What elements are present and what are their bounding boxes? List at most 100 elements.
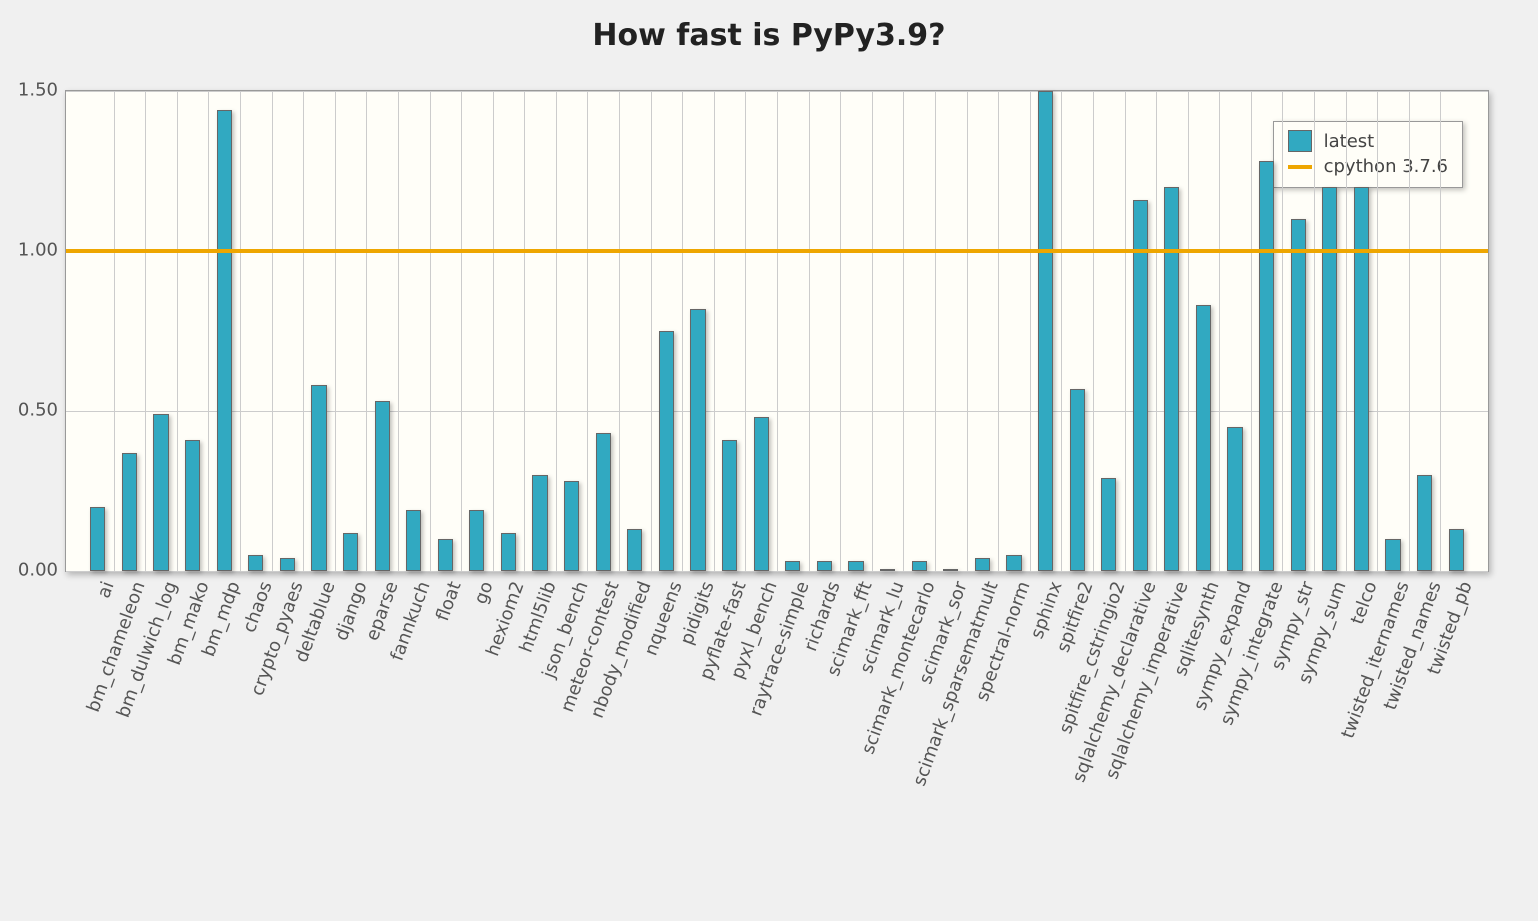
bar — [1101, 478, 1116, 571]
gridline-h — [66, 571, 1488, 572]
legend-swatch-line-icon — [1288, 165, 1312, 169]
bar — [690, 309, 705, 571]
gridline-v — [114, 91, 115, 571]
gridline-v — [366, 91, 367, 571]
ytick-label: 0.50 — [10, 400, 58, 421]
bar — [185, 440, 200, 571]
gridline-v — [1377, 91, 1378, 571]
gridline-v — [1125, 91, 1126, 571]
gridline-v — [177, 91, 178, 571]
bar — [564, 481, 579, 571]
gridline-v — [240, 91, 241, 571]
legend-label: cpython 3.7.6 — [1324, 156, 1448, 177]
bar — [659, 331, 674, 571]
gridline-v — [1251, 91, 1252, 571]
bar — [975, 558, 990, 571]
bar — [1133, 200, 1148, 571]
gridline-v — [651, 91, 652, 571]
bar — [406, 510, 421, 571]
gridline-v — [208, 91, 209, 571]
bar — [912, 561, 927, 571]
xtick-label: go — [470, 579, 497, 607]
gridline-v — [745, 91, 746, 571]
gridline-v — [1346, 91, 1347, 571]
bar — [311, 385, 326, 571]
plot-area: latest cpython 3.7.6 — [65, 90, 1489, 572]
gridline-v — [840, 91, 841, 571]
bar — [280, 558, 295, 571]
legend-label: latest — [1324, 131, 1375, 152]
gridline-v — [1314, 91, 1315, 571]
gridline-v — [398, 91, 399, 571]
bar — [754, 417, 769, 571]
gridline-v — [524, 91, 525, 571]
bar — [880, 569, 895, 571]
bar — [1196, 305, 1211, 571]
bar — [438, 539, 453, 571]
bar — [1259, 161, 1274, 571]
gridline-v — [145, 91, 146, 571]
gridline-v — [998, 91, 999, 571]
gridline-v — [1061, 91, 1062, 571]
bar — [1006, 555, 1021, 571]
gridline-v — [1409, 91, 1410, 571]
bar — [248, 555, 263, 571]
gridline-v — [430, 91, 431, 571]
bar — [375, 401, 390, 571]
bar — [532, 475, 547, 571]
bar — [817, 561, 832, 571]
gridline-v — [272, 91, 273, 571]
bar — [90, 507, 105, 571]
legend-entry-latest: latest — [1284, 128, 1452, 154]
bar — [469, 510, 484, 571]
legend-swatch-bar-icon — [1288, 130, 1312, 152]
bar — [501, 533, 516, 571]
gridline-v — [682, 91, 683, 571]
bar — [785, 561, 800, 571]
gridline-v — [1219, 91, 1220, 571]
gridline-v — [714, 91, 715, 571]
bar — [1322, 187, 1337, 571]
gridline-v — [1156, 91, 1157, 571]
bar — [153, 414, 168, 571]
gridline-v — [809, 91, 810, 571]
bar — [343, 533, 358, 571]
bar — [1449, 529, 1464, 571]
gridline-v — [1030, 91, 1031, 571]
gridline-v — [1282, 91, 1283, 571]
chart-title: How fast is PyPy3.9? — [0, 18, 1538, 53]
bar — [1227, 427, 1242, 571]
xtick-label: ai — [93, 579, 118, 601]
bar — [1164, 187, 1179, 571]
gridline-v — [461, 91, 462, 571]
gridline-v — [493, 91, 494, 571]
gridline-v — [303, 91, 304, 571]
ytick-label: 1.00 — [10, 240, 58, 261]
gridline-v — [335, 91, 336, 571]
ytick-label: 0.00 — [10, 560, 58, 581]
bar — [1070, 389, 1085, 571]
bar — [596, 433, 611, 571]
bar — [1354, 187, 1369, 571]
gridline-v — [872, 91, 873, 571]
gridline-v — [935, 91, 936, 571]
bar — [1291, 219, 1306, 571]
bar — [722, 440, 737, 571]
bar — [1385, 539, 1400, 571]
ytick-label: 1.50 — [10, 80, 58, 101]
gridline-v — [1188, 91, 1189, 571]
legend: latest cpython 3.7.6 — [1273, 121, 1463, 188]
bar — [943, 569, 958, 571]
xtick-label: float — [432, 579, 466, 624]
bar — [1038, 91, 1053, 571]
gridline-v — [1440, 91, 1441, 571]
bar — [848, 561, 863, 571]
bar — [627, 529, 642, 571]
legend-entry-cpython: cpython 3.7.6 — [1284, 154, 1452, 179]
gridline-v — [587, 91, 588, 571]
chart-container: How fast is PyPy3.9? 0.00 0.50 1.00 1.50… — [0, 0, 1538, 921]
gridline-v — [619, 91, 620, 571]
bar — [122, 453, 137, 571]
gridline-v — [777, 91, 778, 571]
bar — [1417, 475, 1432, 571]
